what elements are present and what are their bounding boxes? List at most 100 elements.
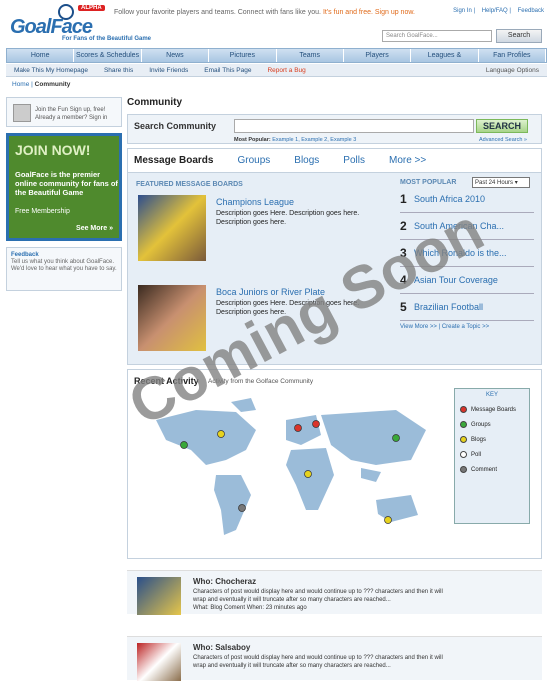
featured-image[interactable] — [138, 285, 206, 351]
example-3[interactable]: Example 3 — [330, 137, 356, 143]
alpha-badge: ALPHA — [78, 5, 105, 11]
featured-desc: Description goes Here. Description goes … — [216, 300, 360, 316]
site-search-button[interactable]: Search — [496, 29, 542, 43]
site-search-input[interactable]: Search GoalFace... — [382, 30, 492, 42]
soccer-ball-icon — [460, 451, 467, 458]
example-2[interactable]: Example 2, — [301, 137, 329, 143]
popular-link[interactable]: South American Cha... — [414, 221, 504, 231]
post-text: Characters of post would display here an… — [193, 589, 443, 603]
yellow-dot-icon — [460, 436, 467, 443]
gray-dot-icon — [460, 466, 467, 473]
feedback-text[interactable]: Tell us what you think about GoalFace. W… — [11, 259, 117, 272]
join-now-title: JOIN NOW! — [15, 142, 91, 158]
popular-link[interactable]: South Africa 2010 — [414, 194, 485, 204]
red-dot-icon — [460, 406, 467, 413]
green-dot-icon — [460, 421, 467, 428]
popular-link[interactable]: Asian Tour Coverage — [414, 275, 498, 285]
most-popular: MOST POPULAR Past 24 Hours ▾ 1 South Afri… — [400, 177, 534, 330]
list-item: 4 Asian Tour Coverage — [400, 267, 534, 294]
see-more-link[interactable]: See More » — [76, 225, 113, 232]
nav-fan-profiles[interactable]: Fan Profiles — [479, 49, 546, 62]
tagline-text: Follow your favorite players and teams. … — [114, 9, 321, 16]
nav-players[interactable]: Players — [344, 49, 412, 62]
list-item: 5 Brazilian Football — [400, 294, 534, 321]
featured-item: Champions League Description goes Here. … — [138, 195, 393, 265]
feedback-link[interactable]: Feedback — [518, 8, 544, 14]
logo-tagline: For Fans of the Beautiful Game — [62, 36, 152, 42]
top-links: Sign In | Help/FAQ | Feedback — [453, 8, 544, 14]
tab-polls[interactable]: Polls — [343, 155, 365, 166]
rank-number: 1 — [400, 192, 407, 206]
time-range-dropdown[interactable]: Past 24 Hours ▾ — [472, 177, 530, 188]
header-tagline: Follow your favorite players and teams. … — [114, 9, 415, 16]
invite-friends-link[interactable]: Invite Friends — [149, 67, 188, 74]
sign-in-link[interactable]: Sign In — [453, 8, 472, 14]
main-content: Community Search Community SEARCH Most P… — [127, 97, 542, 559]
nav-teams[interactable]: Teams — [277, 49, 344, 62]
popular-link[interactable]: Which Ronaldo is the... — [414, 248, 507, 258]
tab-more[interactable]: More >> — [389, 155, 426, 166]
tab-bar: Message Boards Groups Blogs Polls More >… — [128, 149, 541, 173]
make-homepage-link[interactable]: Make This My Homepage — [14, 67, 88, 74]
featured-desc: Description goes Here. Description goes … — [216, 210, 360, 226]
tab-message-boards[interactable]: Message Boards — [134, 155, 213, 166]
report-bug-link[interactable]: Report a Bug — [267, 67, 305, 74]
nav-news[interactable]: News — [142, 49, 210, 62]
activity-post: Who: Chocheraz Characters of post would … — [127, 570, 542, 615]
post-text: Characters of post would display here an… — [193, 655, 443, 669]
signup-link[interactable]: It's fun and free. Sign up now. — [323, 9, 415, 16]
list-item: 1 South Africa 2010 — [400, 186, 534, 213]
community-search: Search Community SEARCH Most Popular: Ex… — [127, 114, 542, 144]
rank-number: 3 — [400, 246, 407, 260]
feedback-title: Feedback — [11, 252, 39, 258]
world-map[interactable] — [136, 390, 448, 550]
help-link[interactable]: Help/FAQ — [482, 8, 508, 14]
nav-pictures[interactable]: Pictures — [209, 49, 277, 62]
email-page-link[interactable]: Email This Page — [204, 67, 251, 74]
list-item: 2 South American Cha... — [400, 213, 534, 240]
post-image[interactable] — [137, 643, 181, 681]
key-item: Message Boards — [460, 406, 529, 413]
rank-number: 4 — [400, 273, 407, 287]
community-tabs-panel: Message Boards Groups Blogs Polls More >… — [127, 148, 542, 365]
breadcrumb: Home | Community — [12, 81, 71, 88]
view-more-link[interactable]: View More >> — [400, 324, 437, 330]
popular-links: View More >> | Create a Topic >> — [400, 324, 490, 330]
featured-title[interactable]: Boca Juniors or River Plate — [216, 287, 325, 297]
post-author[interactable]: Who: Salsaboy — [193, 643, 250, 652]
feedback-box: Feedback Tell us what you think about Go… — [6, 247, 122, 291]
recent-activity: Recent Activity Activity from the Golfac… — [127, 369, 542, 559]
key-label: Comment — [471, 466, 498, 473]
signup-text[interactable]: Join the Fun Sign up, free! Already a me… — [35, 106, 121, 122]
free-membership: Free Membership — [15, 208, 70, 215]
community-search-input[interactable] — [234, 119, 474, 133]
advanced-search-link[interactable]: Advanced Search » — [479, 137, 527, 143]
key-label: Message Boards — [471, 406, 517, 413]
tab-blogs[interactable]: Blogs — [294, 155, 319, 166]
page-title: Community — [127, 97, 182, 108]
featured-image[interactable] — [138, 195, 206, 261]
nav-leagues[interactable]: Leagues & Tournaments — [411, 49, 479, 73]
post-image[interactable] — [137, 577, 181, 615]
tab-groups[interactable]: Groups — [237, 155, 270, 166]
post-meta: What: Blog Coment When: 23 minutes ago — [193, 605, 307, 611]
breadcrumb-home[interactable]: Home — [12, 81, 29, 88]
community-search-button[interactable]: SEARCH — [476, 119, 528, 133]
post-author[interactable]: Who: Chocheraz — [193, 577, 256, 586]
share-link[interactable]: Share this — [104, 67, 133, 74]
create-topic-link[interactable]: Create a Topic >> — [442, 324, 489, 330]
popular-link[interactable]: Brazilian Football — [414, 302, 483, 312]
key-item: Groups — [460, 421, 529, 428]
rank-number: 2 — [400, 219, 407, 233]
key-item: Poll — [460, 451, 529, 458]
recent-activity-title: Recent Activity — [134, 376, 199, 386]
key-label: Groups — [471, 421, 491, 428]
nav-home[interactable]: Home — [7, 49, 75, 62]
featured-title[interactable]: Champions League — [216, 197, 294, 207]
join-now-banner[interactable]: JOIN NOW! GoalFace is the premier online… — [6, 133, 122, 241]
language-options[interactable]: Language Options — [486, 67, 539, 74]
example-1[interactable]: Example 1, — [272, 137, 300, 143]
header: ALPHA GoalFace For Fans of the Beautiful… — [0, 0, 554, 47]
nav-scores[interactable]: Scores & Schedules — [74, 49, 142, 62]
breadcrumb-current: Community — [34, 81, 71, 88]
